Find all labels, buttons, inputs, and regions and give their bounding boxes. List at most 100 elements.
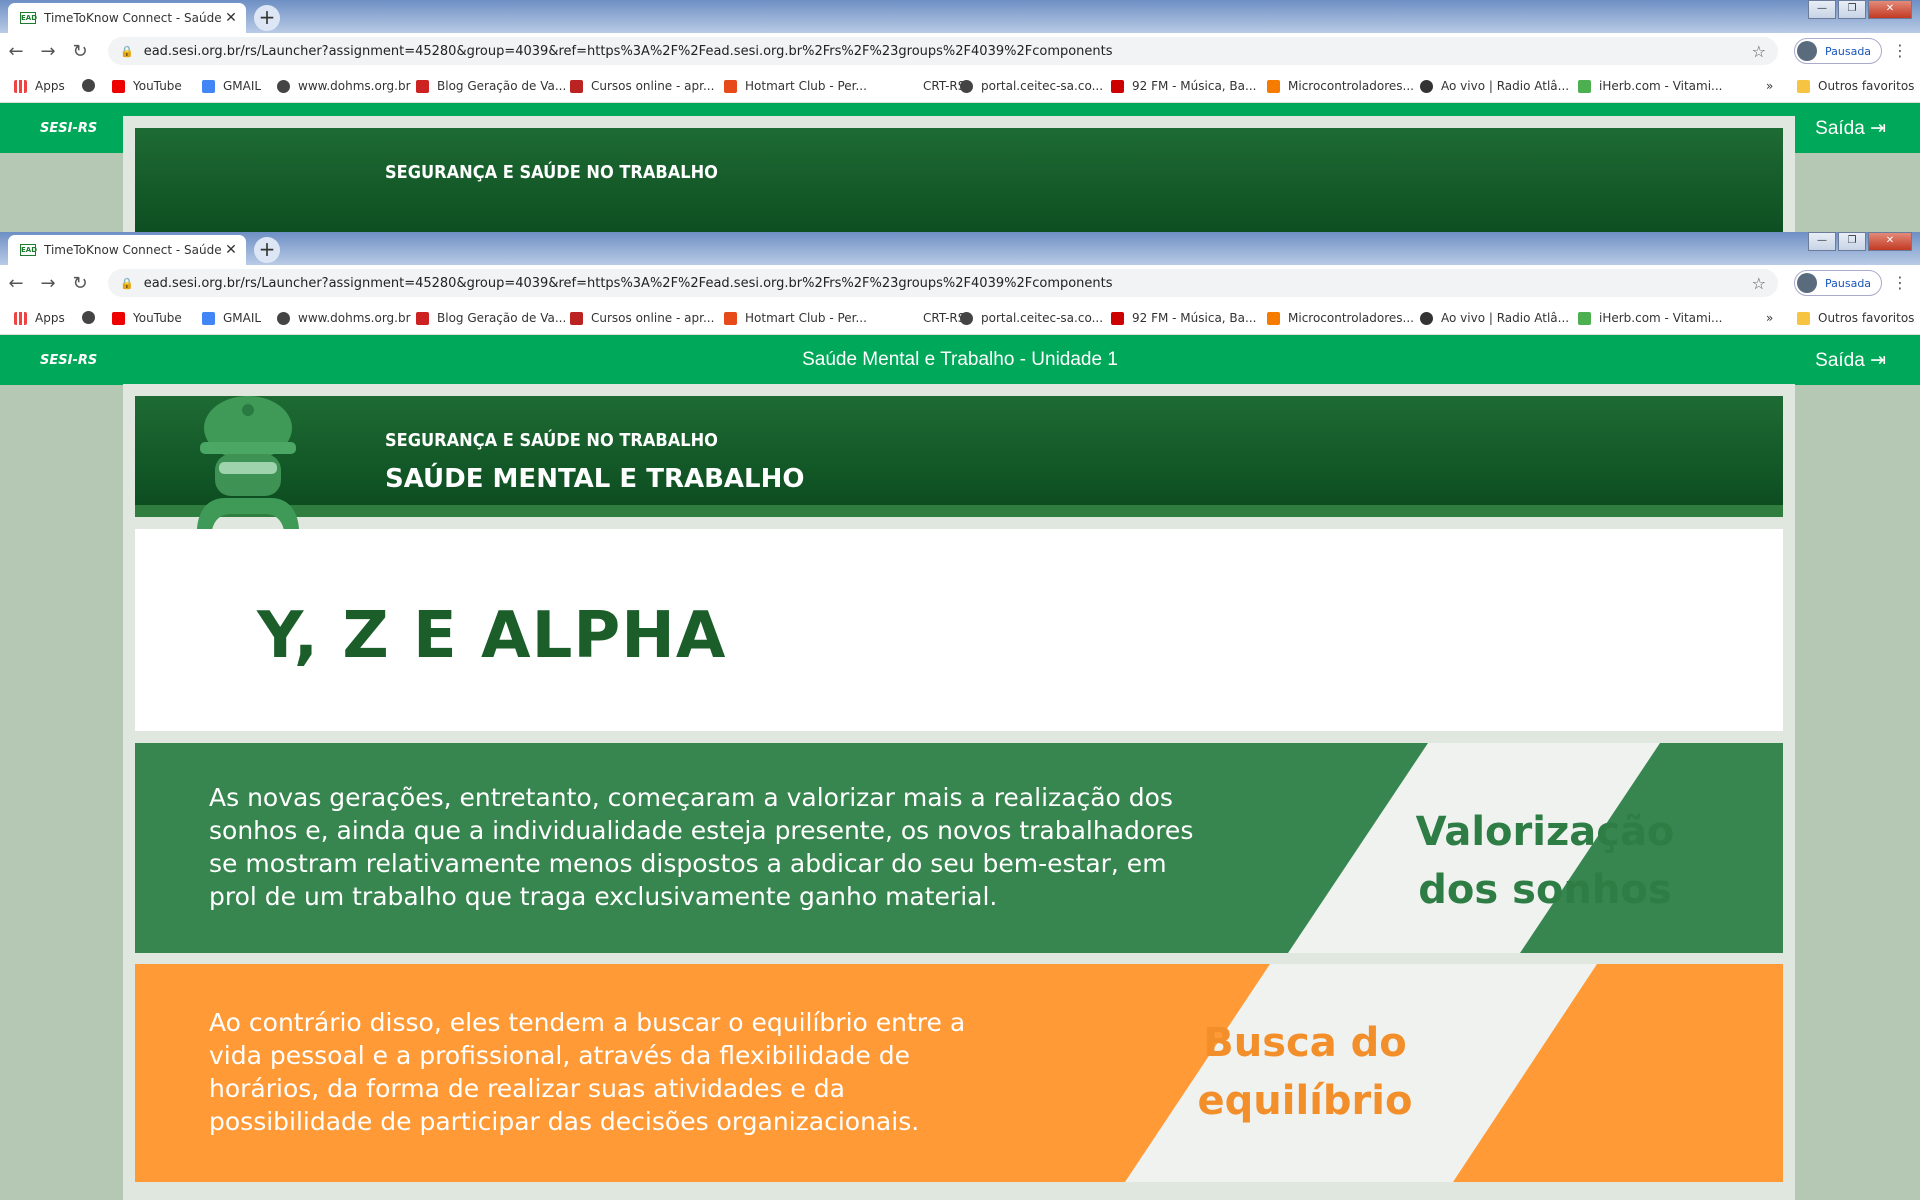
bookmarks-overflow-button[interactable]: » xyxy=(1766,79,1773,93)
google-icon xyxy=(202,311,215,325)
bookmark-item[interactable]: YouTube xyxy=(112,79,182,93)
panel-label: Busca do equilíbrio xyxy=(1135,1014,1475,1130)
tab-strip: EAD TimeToKnow Connect - Saúde M ✕ + — ❐… xyxy=(0,232,1920,265)
browser-window-back: EAD TimeToKnow Connect - Saúde M ✕ + — ❐… xyxy=(0,0,1920,232)
ead-favicon-icon: EAD xyxy=(20,12,38,24)
bookmark-label: GMAIL xyxy=(223,311,262,325)
ead-favicon-icon: EAD xyxy=(20,244,38,256)
bookmark-item[interactable]: portal.ceitec-sa.co... xyxy=(960,79,1103,93)
restore-icon[interactable]: ❐ xyxy=(1838,232,1866,251)
bookmark-item[interactable]: 92 FM - Música, Ba... xyxy=(1111,311,1256,325)
club-icon xyxy=(416,311,429,325)
bookmark-item[interactable]: CRT-RS xyxy=(902,79,965,93)
bookmark-label: GMAIL xyxy=(223,79,262,93)
udemy-icon xyxy=(570,311,583,325)
profile-button[interactable]: Pausada xyxy=(1794,38,1883,64)
exit-button[interactable]: Saída ⇥ xyxy=(1815,117,1886,140)
page-icon xyxy=(902,79,915,93)
bookmark-label: 92 FM - Música, Ba... xyxy=(1132,79,1257,93)
minimize-icon[interactable]: — xyxy=(1808,232,1836,251)
bookmark-item[interactable]: Cursos online - apr... xyxy=(570,311,714,325)
bookmark-item[interactable]: portal.ceitec-sa.co... xyxy=(960,311,1103,325)
window-controls: — ❐ ✕ xyxy=(1806,0,1912,19)
menu-icon[interactable]: ⋮ xyxy=(1892,273,1908,292)
browser-tab[interactable]: EAD TimeToKnow Connect - Saúde M ✕ xyxy=(8,3,246,33)
bookmark-label: Ao vivo | Radio Atlâ... xyxy=(1441,311,1570,325)
bookmark-star-icon[interactable]: ☆ xyxy=(1752,274,1766,293)
worker-mascot-icon xyxy=(196,396,300,540)
bookmark-item[interactable]: Apps xyxy=(14,311,65,325)
bookmark-item[interactable]: Microcontroladores... xyxy=(1267,311,1414,325)
profile-button[interactable]: Pausada xyxy=(1794,270,1883,296)
tab-title: TimeToKnow Connect - Saúde M xyxy=(44,11,222,25)
exit-icon: ⇥ xyxy=(1870,117,1886,139)
youtube-icon xyxy=(112,79,125,93)
radio-icon xyxy=(1111,79,1124,93)
course-title: Saúde Mental e Trabalho - Unidade 1 xyxy=(802,349,1118,370)
bookmark-item[interactable]: Microcontroladores... xyxy=(1267,79,1414,93)
bookmark-item[interactable]: 92 FM - Música, Ba... xyxy=(1111,79,1256,93)
browser-tab[interactable]: EAD TimeToKnow Connect - Saúde M ✕ xyxy=(8,235,246,265)
info-panel-equilibrio: Ao contrário disso, eles tendem a buscar… xyxy=(135,964,1783,1182)
bookmark-item[interactable]: Blog Geração de Va... xyxy=(416,79,566,93)
address-bar[interactable]: 🔒 ead.sesi.org.br/rs/Launcher?assignment… xyxy=(108,37,1778,65)
back-icon[interactable]: ← xyxy=(0,41,32,62)
bookmark-label: iHerb.com - Vitami... xyxy=(1599,79,1723,93)
bookmark-label: portal.ceitec-sa.co... xyxy=(981,79,1104,93)
close-window-icon[interactable]: ✕ xyxy=(1868,0,1912,19)
close-window-icon[interactable]: ✕ xyxy=(1868,232,1912,251)
bookmark-item[interactable]: www.dohms.org.br xyxy=(277,79,411,93)
other-bookmarks-folder[interactable]: Outros favoritos xyxy=(1797,311,1914,325)
apps-grid-icon xyxy=(14,79,27,93)
bookmark-item[interactable]: iHerb.com - Vitami... xyxy=(1578,311,1723,325)
lesson-banner: SEGURANÇA E SAÚDE NO TRABALHO xyxy=(135,128,1783,232)
bookmark-item[interactable]: iHerb.com - Vitami... xyxy=(1578,79,1723,93)
browser-toolbar: ← → ↻ 🔒 ead.sesi.org.br/rs/Launcher?assi… xyxy=(0,33,1920,70)
forward-icon[interactable]: → xyxy=(32,41,64,62)
bookmark-item[interactable]: CRT-RS xyxy=(902,311,965,325)
bookmark-item[interactable]: Ao vivo | Radio Atlâ... xyxy=(1420,311,1569,325)
bookmark-item[interactable]: YouTube xyxy=(112,311,182,325)
bookmark-item[interactable]: Apps xyxy=(14,79,65,93)
globe-icon xyxy=(82,79,95,92)
leaf-icon xyxy=(1578,311,1591,325)
udemy-icon xyxy=(570,79,583,93)
apps-grid-icon xyxy=(14,311,27,325)
forward-icon[interactable]: → xyxy=(32,273,64,294)
bookmark-label: Apps xyxy=(35,311,65,325)
tab-title: TimeToKnow Connect - Saúde M xyxy=(44,243,222,257)
other-bookmarks-folder[interactable]: Outros favoritos xyxy=(1797,79,1914,93)
new-tab-button[interactable]: + xyxy=(254,237,280,263)
tab-close-icon[interactable]: ✕ xyxy=(222,10,240,26)
reload-icon[interactable]: ↻ xyxy=(64,273,96,294)
bookmark-label: www.dohms.org.br xyxy=(298,311,411,325)
bookmark-item[interactable]: Hotmart Club - Per... xyxy=(724,79,867,93)
address-bar[interactable]: 🔒 ead.sesi.org.br/rs/Launcher?assignment… xyxy=(108,269,1778,297)
tab-close-icon[interactable]: ✕ xyxy=(222,242,240,258)
bookmarks-bar: Apps YouTube GMAIL www.dohms.org.br Blog Ger… xyxy=(0,70,1920,103)
menu-icon[interactable]: ⋮ xyxy=(1892,41,1908,60)
profile-status: Pausada xyxy=(1825,44,1872,58)
bookmark-label: CRT-RS xyxy=(923,311,966,325)
bookmark-item[interactable]: Blog Geração de Va... xyxy=(416,311,566,325)
globe-icon xyxy=(82,311,95,324)
blogger-icon xyxy=(1267,79,1280,93)
bookmark-item[interactable] xyxy=(82,311,103,324)
bookmarks-overflow-button[interactable]: » xyxy=(1766,311,1773,325)
bookmark-star-icon[interactable]: ☆ xyxy=(1752,42,1766,61)
back-icon[interactable]: ← xyxy=(0,273,32,294)
bookmark-item[interactable]: GMAIL xyxy=(202,311,261,325)
bookmark-label: portal.ceitec-sa.co... xyxy=(981,311,1104,325)
bookmark-item[interactable]: www.dohms.org.br xyxy=(277,311,411,325)
new-tab-button[interactable]: + xyxy=(254,5,280,31)
other-bookmarks-label: Outros favoritos xyxy=(1818,79,1915,93)
bookmark-item[interactable] xyxy=(82,79,103,92)
bookmark-item[interactable]: Cursos online - apr... xyxy=(570,79,714,93)
restore-icon[interactable]: ❐ xyxy=(1838,0,1866,19)
bookmark-item[interactable]: GMAIL xyxy=(202,79,261,93)
reload-icon[interactable]: ↻ xyxy=(64,41,96,62)
bookmark-item[interactable]: Ao vivo | Radio Atlâ... xyxy=(1420,79,1569,93)
exit-button[interactable]: Saída ⇥ xyxy=(1815,349,1886,372)
minimize-icon[interactable]: — xyxy=(1808,0,1836,19)
bookmark-item[interactable]: Hotmart Club - Per... xyxy=(724,311,867,325)
